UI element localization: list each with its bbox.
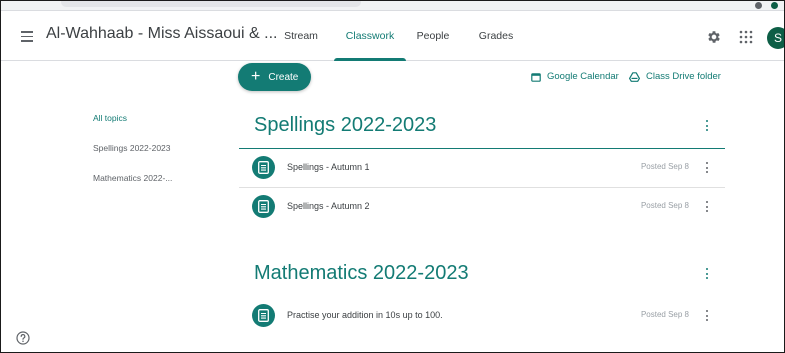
item-title: Spellings - Autumn 1 xyxy=(287,162,370,172)
plus-icon: + xyxy=(251,68,261,85)
help-icon[interactable] xyxy=(16,331,30,345)
drive-icon xyxy=(629,71,640,82)
list-item[interactable]: Spellings - Autumn 1 Posted Sep 8 xyxy=(239,149,725,186)
posted-date: Posted Sep 8 xyxy=(640,162,689,171)
app-header: Al-Wahhaab - Miss Aissaoui & ... Stream … xyxy=(1,11,784,61)
topic-heading-spellings: Spellings 2022-2023 xyxy=(254,114,437,136)
class-title[interactable]: Al-Wahhaab - Miss Aissaoui & ... xyxy=(46,25,278,43)
list-item[interactable]: Spellings - Autumn 2 Posted Sep 8 xyxy=(239,188,725,225)
calendar-icon xyxy=(531,72,541,82)
posted-date: Posted Sep 8 xyxy=(640,201,689,210)
more-vert-icon[interactable] xyxy=(702,309,712,323)
create-button[interactable]: + Create xyxy=(238,63,311,91)
item-title: Practise your addition in 10s up to 100. xyxy=(287,310,443,320)
more-vert-icon[interactable] xyxy=(702,200,712,214)
class-drive-folder-label: Class Drive folder xyxy=(646,71,721,82)
tab-stream[interactable]: Stream xyxy=(276,11,326,61)
google-calendar-label: Google Calendar xyxy=(547,71,619,82)
create-button-label: Create xyxy=(268,71,299,83)
browser-menu-icon[interactable] xyxy=(755,2,762,9)
apps-grid-icon[interactable] xyxy=(739,30,753,44)
assignment-icon xyxy=(252,195,275,218)
avatar[interactable]: S xyxy=(767,27,784,49)
hamburger-menu-icon[interactable] xyxy=(19,27,37,45)
assignment-icon xyxy=(252,304,275,327)
sidebar-item-all-topics[interactable]: All topics xyxy=(93,113,127,123)
tab-classwork[interactable]: Classwork xyxy=(334,11,406,61)
address-bar[interactable] xyxy=(61,1,361,7)
more-vert-icon[interactable] xyxy=(702,119,712,133)
classroom-window: Al-Wahhaab - Miss Aissaoui & ... Stream … xyxy=(0,0,785,353)
tab-people[interactable]: People xyxy=(413,11,453,61)
item-title: Spellings - Autumn 2 xyxy=(287,201,370,211)
more-vert-icon[interactable] xyxy=(702,267,712,281)
google-calendar-link[interactable]: Google Calendar xyxy=(531,71,619,82)
more-vert-icon[interactable] xyxy=(702,161,712,175)
assignment-icon xyxy=(252,156,275,179)
posted-date: Posted Sep 8 xyxy=(640,310,689,319)
sidebar-item-spellings[interactable]: Spellings 2022-2023 xyxy=(93,143,171,153)
topic-heading-mathematics: Mathematics 2022-2023 xyxy=(254,262,469,284)
sidebar-item-mathematics[interactable]: Mathematics 2022-... xyxy=(93,173,172,183)
browser-profile-icon[interactable] xyxy=(771,2,778,9)
browser-address-strip xyxy=(1,1,784,11)
tab-grades[interactable]: Grades xyxy=(475,11,517,61)
class-drive-folder-link[interactable]: Class Drive folder xyxy=(629,71,721,82)
list-item[interactable]: Practise your addition in 10s up to 100.… xyxy=(239,297,725,334)
gear-icon[interactable] xyxy=(706,29,722,45)
